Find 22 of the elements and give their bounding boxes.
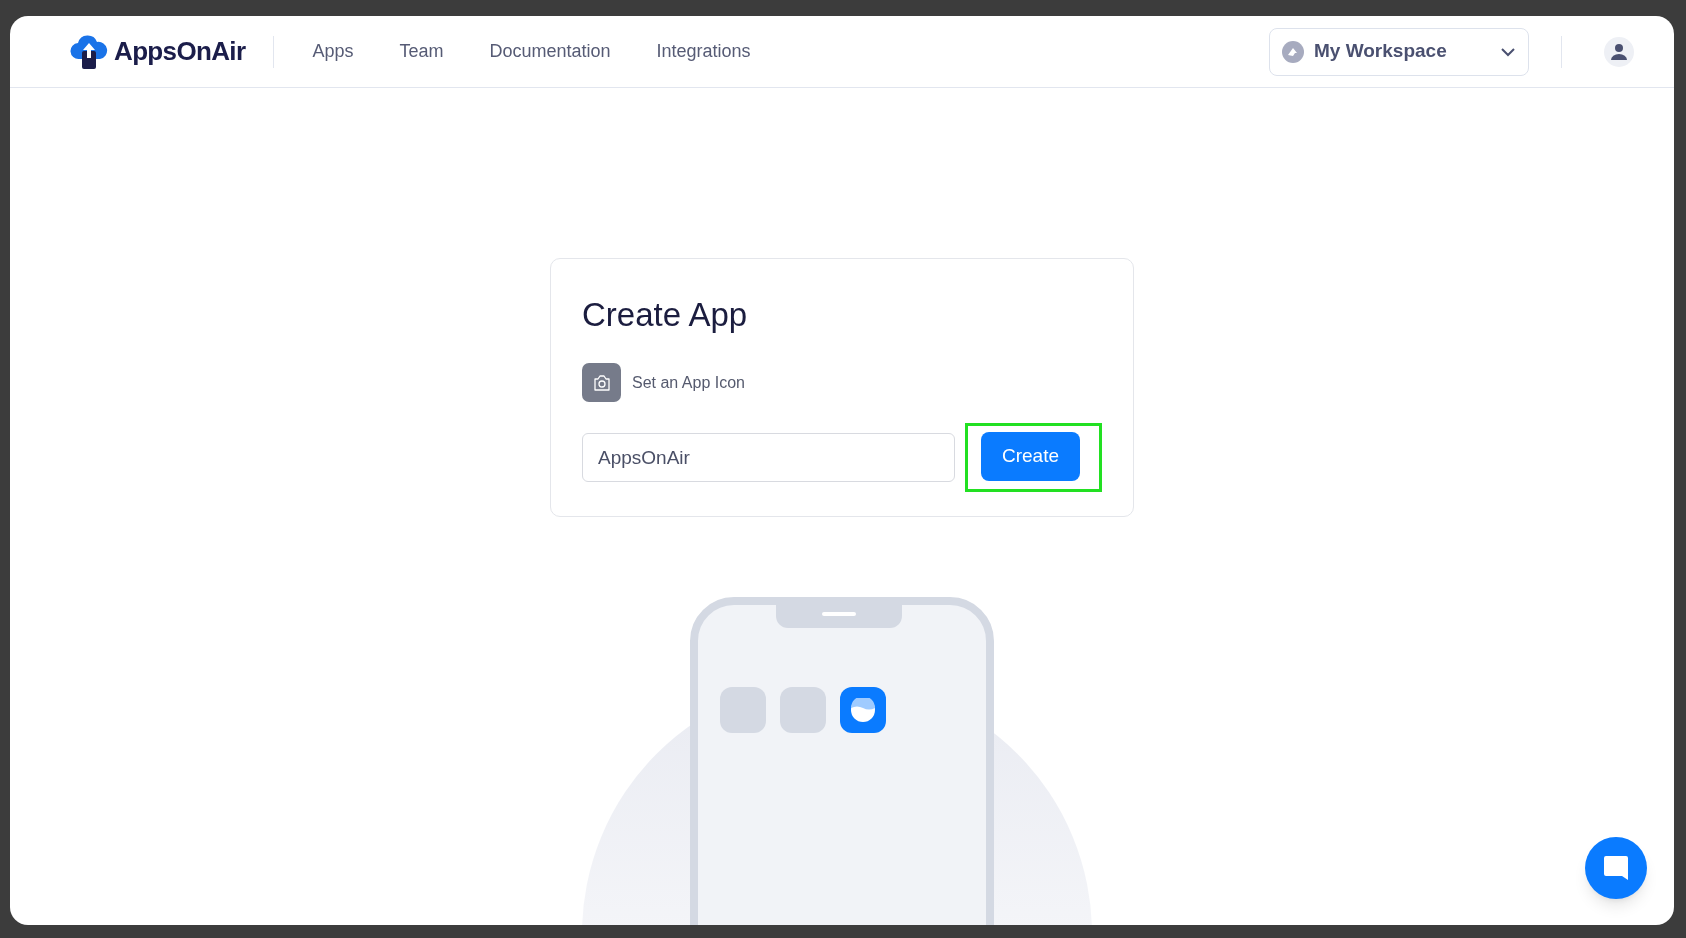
workspace-dropdown[interactable]: My Workspace (1269, 27, 1529, 76)
cloud-upload-icon (70, 34, 108, 69)
chat-button[interactable] (1585, 837, 1647, 899)
brand-name: AppsOnAir (114, 35, 246, 68)
user-avatar[interactable] (1604, 36, 1634, 67)
set-icon-label: Set an App Icon (632, 372, 745, 393)
create-button[interactable]: Create (981, 432, 1080, 481)
workspace-logo-icon (1282, 40, 1304, 63)
nav-link[interactable]: Integrations (636, 38, 771, 65)
app-tile (720, 687, 766, 733)
app-name-input[interactable]: AppsOnAir (582, 433, 955, 482)
app-tile (780, 687, 826, 733)
nav-link[interactable]: Documentation (469, 38, 631, 65)
chat-bubble-icon (1602, 854, 1630, 882)
camera-icon (591, 372, 612, 393)
app-icon-upload-button[interactable] (582, 363, 621, 402)
app-logo-icon (851, 698, 875, 722)
card-title: Create App (582, 295, 749, 335)
nav-link[interactable]: Apps (292, 38, 374, 65)
nav-link[interactable]: Team (379, 38, 464, 65)
chevron-down-icon (1500, 46, 1516, 57)
user-icon (1610, 42, 1628, 61)
